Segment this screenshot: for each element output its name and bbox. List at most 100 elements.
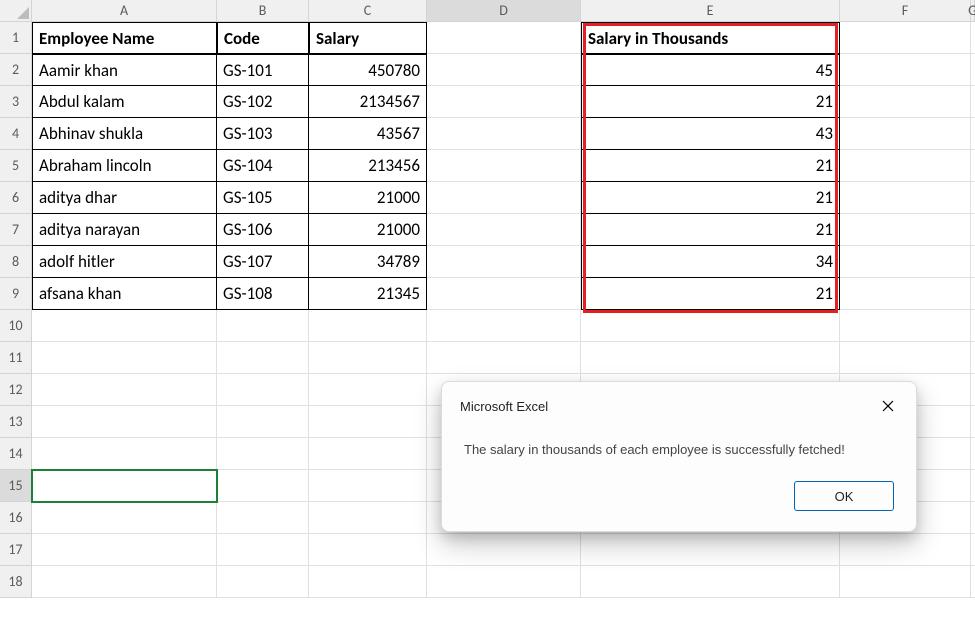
cell-G17[interactable] [971, 534, 975, 566]
cell-D5[interactable] [427, 150, 581, 182]
cell-G3[interactable] [971, 86, 975, 118]
cell-E11[interactable] [581, 342, 840, 374]
row-header-5[interactable]: 5 [0, 150, 32, 182]
code-cell[interactable]: GS-102 [217, 86, 309, 118]
employee-name-cell[interactable]: Abhinav shukla [32, 118, 217, 150]
ok-button[interactable]: OK [794, 481, 894, 511]
code-cell[interactable]: GS-106 [217, 214, 309, 246]
cell-B10[interactable] [217, 310, 309, 342]
employee-name-cell[interactable]: Aamir khan [32, 54, 217, 86]
code-cell[interactable]: GS-104 [217, 150, 309, 182]
cell-A13[interactable] [32, 406, 217, 438]
cell-G14[interactable] [971, 438, 975, 470]
cell-D6[interactable] [427, 182, 581, 214]
cell-D17[interactable] [427, 534, 581, 566]
code-cell[interactable]: GS-103 [217, 118, 309, 150]
cell-D11[interactable] [427, 342, 581, 374]
employee-name-cell[interactable]: Abdul kalam [32, 86, 217, 118]
cell-A12[interactable] [32, 374, 217, 406]
column-header-F[interactable]: F [840, 0, 971, 22]
cell-G15[interactable] [971, 470, 975, 502]
cell-G9[interactable] [971, 278, 975, 310]
cell-C14[interactable] [309, 438, 427, 470]
salary-thousands-cell[interactable]: 21 [581, 214, 840, 246]
salary-thousands-cell[interactable]: 34 [581, 246, 840, 278]
row-header-13[interactable]: 13 [0, 406, 32, 438]
cell-G1[interactable] [971, 22, 975, 54]
row-header-18[interactable]: 18 [0, 566, 32, 598]
cell-E17[interactable] [581, 534, 840, 566]
salary-cell[interactable]: 2134567 [309, 86, 427, 118]
header-a[interactable]: Employee Name [32, 22, 217, 54]
cell-A18[interactable] [32, 566, 217, 598]
column-header-D[interactable]: D [427, 0, 581, 22]
cell-B12[interactable] [217, 374, 309, 406]
cell-F4[interactable] [840, 118, 971, 150]
cell-F9[interactable] [840, 278, 971, 310]
employee-name-cell[interactable]: adolf hitler [32, 246, 217, 278]
cell-F10[interactable] [840, 310, 971, 342]
cell-B16[interactable] [217, 502, 309, 534]
code-cell[interactable]: GS-107 [217, 246, 309, 278]
cell-C16[interactable] [309, 502, 427, 534]
close-icon[interactable] [872, 394, 904, 418]
cell-F17[interactable] [840, 534, 971, 566]
cell-C11[interactable] [309, 342, 427, 374]
cell-D10[interactable] [427, 310, 581, 342]
salary-thousands-cell[interactable]: 45 [581, 54, 840, 86]
cell-A14[interactable] [32, 438, 217, 470]
cell-B15[interactable] [217, 470, 309, 502]
salary-thousands-cell[interactable]: 21 [581, 182, 840, 214]
row-header-1[interactable]: 1 [0, 22, 32, 54]
salary-cell[interactable]: 213456 [309, 150, 427, 182]
employee-name-cell[interactable]: Abraham lincoln [32, 150, 217, 182]
cell-A16[interactable] [32, 502, 217, 534]
cell-C10[interactable] [309, 310, 427, 342]
code-cell[interactable]: GS-108 [217, 278, 309, 310]
salary-cell[interactable]: 21345 [309, 278, 427, 310]
row-header-11[interactable]: 11 [0, 342, 32, 374]
cell-F3[interactable] [840, 86, 971, 118]
cell-F6[interactable] [840, 182, 971, 214]
row-header-17[interactable]: 17 [0, 534, 32, 566]
cell-F7[interactable] [840, 214, 971, 246]
cell-D7[interactable] [427, 214, 581, 246]
salary-cell[interactable]: 21000 [309, 182, 427, 214]
row-header-9[interactable]: 9 [0, 278, 32, 310]
column-header-A[interactable]: A [32, 0, 217, 22]
cell-G13[interactable] [971, 406, 975, 438]
cell-G10[interactable] [971, 310, 975, 342]
cell-F11[interactable] [840, 342, 971, 374]
row-header-2[interactable]: 2 [0, 54, 32, 86]
column-header-C[interactable]: C [309, 0, 427, 22]
salary-cell[interactable]: 21000 [309, 214, 427, 246]
row-header-12[interactable]: 12 [0, 374, 32, 406]
row-header-10[interactable]: 10 [0, 310, 32, 342]
salary-cell[interactable]: 450780 [309, 54, 427, 86]
cell-G5[interactable] [971, 150, 975, 182]
cell-D2[interactable] [427, 54, 581, 86]
header-e[interactable]: Salary in Thousands [581, 22, 840, 54]
cell-G16[interactable] [971, 502, 975, 534]
column-header-E[interactable]: E [581, 0, 840, 22]
cell-G7[interactable] [971, 214, 975, 246]
cell-C12[interactable] [309, 374, 427, 406]
header-b[interactable]: Code [217, 22, 309, 54]
cell-G11[interactable] [971, 342, 975, 374]
column-header-G[interactable]: G [971, 0, 975, 22]
row-header-6[interactable]: 6 [0, 182, 32, 214]
cell-B11[interactable] [217, 342, 309, 374]
code-cell[interactable]: GS-105 [217, 182, 309, 214]
cell-F18[interactable] [840, 566, 971, 598]
cell-G18[interactable] [971, 566, 975, 598]
employee-name-cell[interactable]: aditya narayan [32, 214, 217, 246]
header-c[interactable]: Salary [309, 22, 427, 54]
employee-name-cell[interactable]: aditya dhar [32, 182, 217, 214]
cell-D1[interactable] [427, 22, 581, 54]
cell-B14[interactable] [217, 438, 309, 470]
row-header-15[interactable]: 15 [0, 470, 32, 502]
salary-cell[interactable]: 43567 [309, 118, 427, 150]
cell-G8[interactable] [971, 246, 975, 278]
cell-A17[interactable] [32, 534, 217, 566]
code-cell[interactable]: GS-101 [217, 54, 309, 86]
